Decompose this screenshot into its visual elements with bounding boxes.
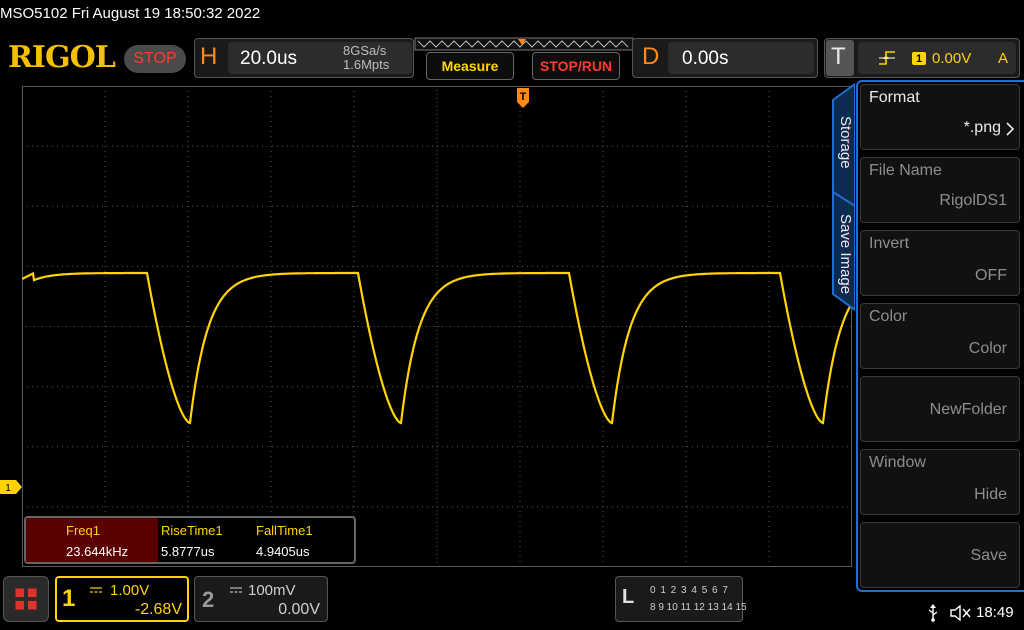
tab-storage[interactable]: Storage (832, 116, 854, 206)
ch1-marker-label: 1 (5, 483, 11, 494)
file-name-title: File Name (869, 162, 942, 179)
window-value: Hide (974, 486, 1007, 503)
chevron-right-icon (1006, 122, 1015, 136)
save-label: Save (970, 547, 1007, 564)
format-button[interactable]: Format *.png (860, 84, 1020, 150)
format-title: Format (869, 89, 920, 106)
new-folder-label: NewFolder (929, 401, 1007, 418)
window-button[interactable]: Window Hide (860, 449, 1020, 515)
trigger-mode: A (998, 50, 1009, 67)
dc-coupling-icon (90, 587, 102, 593)
measure-value-freq: 23.644kHz (66, 544, 129, 559)
logic-letter: L (622, 586, 635, 608)
ch1-offset: -2.68V (134, 601, 182, 618)
measure-value-risetime: 5.8777us (161, 544, 215, 559)
new-folder-button[interactable]: NewFolder (860, 376, 1020, 442)
run-state-badge: STOP (124, 45, 186, 73)
memory-depth: 1.6Mpts (343, 57, 390, 72)
sample-rate: 8GSa/s (343, 43, 387, 58)
ch1-offset-marker[interactable]: 1 (0, 480, 22, 494)
color-title: Color (869, 308, 908, 325)
logic-channels-row2: 8 9 10 11 12 13 14 15 (650, 602, 747, 613)
measure-button[interactable]: Measure (426, 52, 514, 80)
invert-title: Invert (869, 235, 910, 252)
stop-run-button[interactable]: STOP/RUN (532, 52, 620, 80)
svg-text:T: T (520, 91, 527, 103)
speaker-muted-icon[interactable] (950, 605, 972, 621)
file-name-value: RigolDS1 (939, 192, 1007, 209)
rigol-logo: RIGOL (8, 40, 116, 75)
invert-value: OFF (975, 267, 1007, 284)
trigger-letter: T (831, 43, 846, 70)
graticule (22, 86, 852, 567)
color-button[interactable]: Color Color (860, 303, 1020, 369)
memory-position-ruler (414, 37, 634, 51)
ch2-number: 2 (202, 587, 215, 612)
trigger-position-icon[interactable]: T (515, 88, 531, 110)
home-icon[interactable] (3, 576, 49, 622)
color-value: Color (968, 340, 1007, 357)
horizontal-letter: H (200, 43, 218, 70)
dc-coupling-icon (230, 587, 242, 593)
ch1-scale: 1.00V (110, 582, 150, 599)
delay-letter: D (642, 43, 660, 70)
ch1-waveform (22, 271, 852, 425)
status-line: MSO5102 Fri August 19 18:50:32 2022 (0, 5, 261, 22)
usb-icon (928, 604, 938, 622)
trigger-source-badge: 1 (912, 52, 926, 65)
logic-channels-row1: 0 1 2 3 4 5 6 7 (650, 585, 729, 596)
file-name-button[interactable]: File Name RigolDS1 (860, 157, 1020, 223)
measure-header-falltime: FallTime1 (256, 523, 313, 538)
ch1-number: 1 (62, 585, 76, 612)
ch2-offset: 0.00V (278, 601, 320, 618)
measure-header-risetime: RiseTime1 (161, 523, 223, 538)
ch2-scale: 100mV (248, 582, 296, 599)
waveform-display[interactable] (22, 86, 852, 567)
delay-value: 0.00s (682, 48, 729, 69)
window-title: Window (869, 454, 926, 471)
invert-button[interactable]: Invert OFF (860, 230, 1020, 296)
clock: 18:49 (976, 604, 1014, 621)
trigger-rising-edge-icon (879, 51, 895, 65)
trigger-level: 0.00V (932, 50, 972, 67)
timebase-value: 20.0us (240, 48, 298, 69)
save-button[interactable]: Save (860, 522, 1020, 588)
measure-header-freq: Freq1 (66, 523, 100, 538)
format-value: *.png (963, 119, 1001, 136)
measure-value-falltime: 4.9405us (256, 544, 310, 559)
tab-save-image[interactable]: Save Image (832, 214, 854, 314)
